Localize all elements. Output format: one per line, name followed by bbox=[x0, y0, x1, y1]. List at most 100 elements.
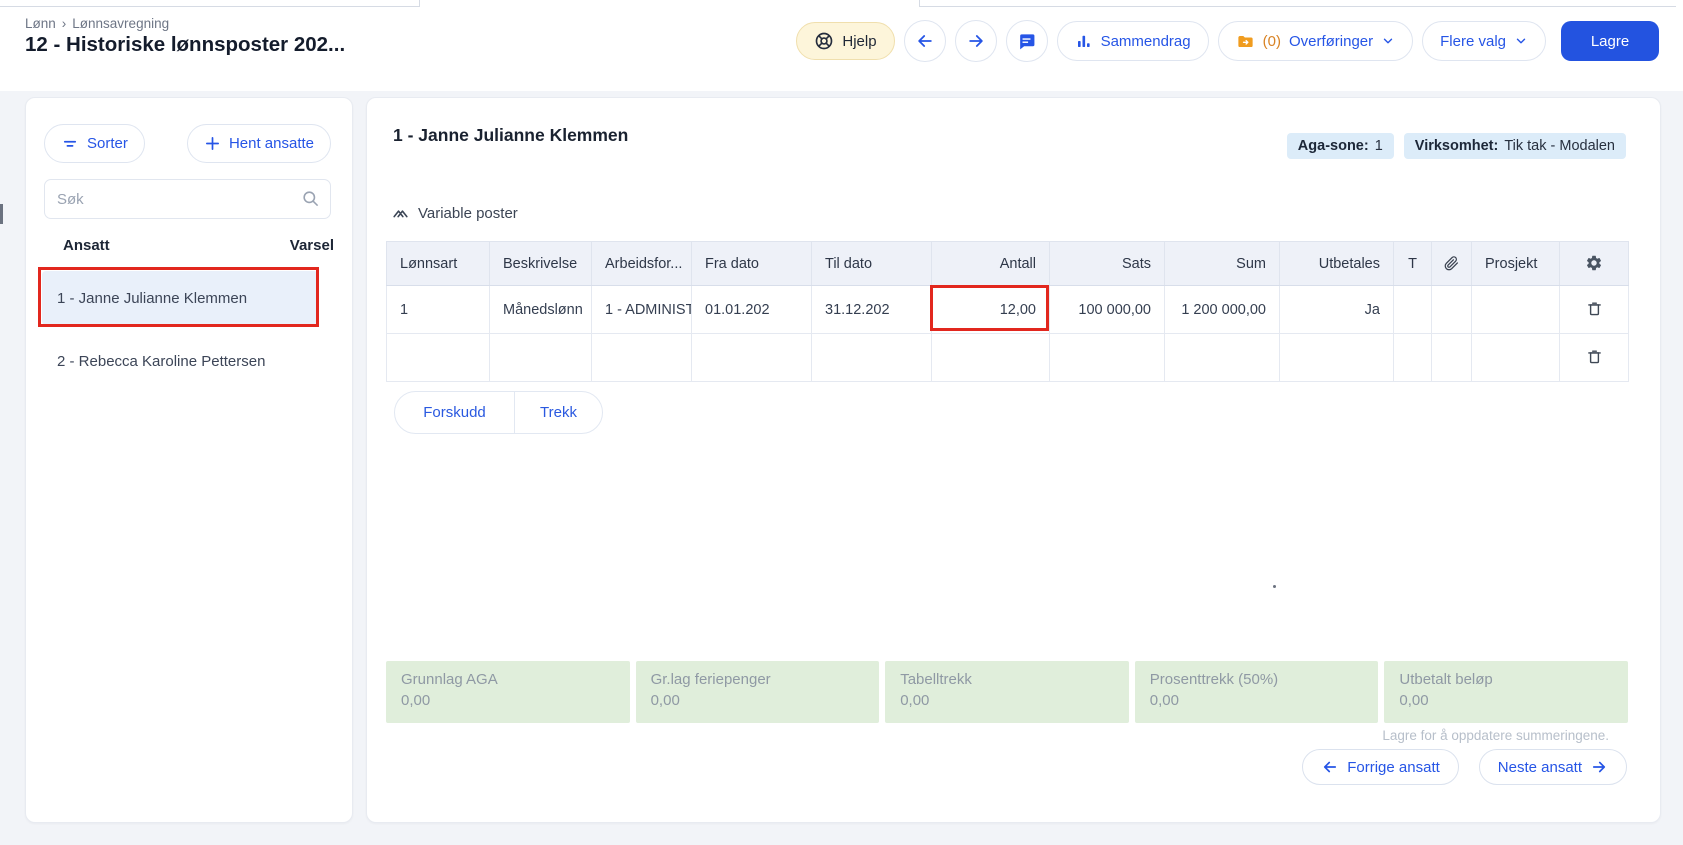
cell-beskrivelse[interactable]: Månedslønn bbox=[490, 286, 592, 334]
sort-button[interactable]: Sorter bbox=[44, 124, 145, 163]
list-header-employee: Ansatt bbox=[63, 237, 110, 254]
cell-fra-dato[interactable]: 01.01.202 bbox=[692, 286, 812, 334]
cell-antall[interactable] bbox=[932, 334, 1050, 382]
cell-til-dato[interactable] bbox=[812, 334, 932, 382]
col-header-antall: Antall bbox=[932, 242, 1050, 286]
plus-icon bbox=[204, 135, 221, 152]
summary-totals-row: Grunnlag AGA 0,00 Gr.lag feriepenger 0,0… bbox=[386, 661, 1628, 723]
summary-value: 0,00 bbox=[651, 692, 880, 709]
cell-til-dato[interactable]: 31.12.202 bbox=[812, 286, 932, 334]
next-employee-button[interactable]: Neste ansatt bbox=[1479, 749, 1627, 785]
summary-label: Sammendrag bbox=[1101, 33, 1191, 50]
tab-trekk[interactable]: Trekk bbox=[514, 392, 602, 433]
cell-fra-dato[interactable] bbox=[692, 334, 812, 382]
summary-value: 0,00 bbox=[401, 692, 630, 709]
more-options-dropdown-button[interactable]: Flere valg bbox=[1422, 21, 1546, 61]
transfers-count: (0) bbox=[1263, 33, 1281, 50]
col-header-sum: Sum bbox=[1165, 242, 1280, 286]
chat-bubble-icon bbox=[1017, 32, 1036, 51]
cell-attachment[interactable] bbox=[1432, 286, 1472, 334]
save-to-update-hint: Lagre for å oppdatere summeringene. bbox=[1382, 728, 1609, 743]
arrow-right-icon bbox=[966, 31, 986, 51]
trash-icon[interactable] bbox=[1584, 346, 1605, 367]
advance-deduction-tabs: Forskudd Trekk bbox=[394, 391, 603, 434]
employee-list-item[interactable]: 1 - Janne Julianne Klemmen bbox=[42, 271, 318, 325]
col-header-til-dato: Til dato bbox=[812, 242, 932, 286]
employee-name: 1 - Janne Julianne Klemmen bbox=[57, 290, 247, 307]
arrow-left-icon bbox=[1321, 758, 1339, 776]
cell-actions bbox=[1560, 286, 1629, 334]
chevron-down-icon bbox=[1514, 34, 1528, 48]
cell-beskrivelse[interactable] bbox=[490, 334, 592, 382]
aga-zone-value: 1 bbox=[1375, 138, 1383, 154]
cell-arbeidsforhold[interactable]: 1 - ADMINIST bbox=[592, 286, 692, 334]
cell-sum[interactable]: 1 200 000,00 bbox=[1165, 286, 1280, 334]
col-header-fra-dato: Fra dato bbox=[692, 242, 812, 286]
browser-tab-edge bbox=[919, 0, 920, 7]
employee-badges: Aga-sone: 1 Virksomhet: Tik tak - Modale… bbox=[1287, 133, 1626, 159]
help-button[interactable]: Hjelp bbox=[796, 22, 894, 60]
trash-icon[interactable] bbox=[1584, 298, 1605, 319]
company-badge: Virksomhet: Tik tak - Modalen bbox=[1404, 133, 1626, 159]
cell-utbetales[interactable] bbox=[1280, 334, 1394, 382]
screen-edge-artifact bbox=[0, 204, 3, 224]
cell-utbetales[interactable]: Ja bbox=[1280, 286, 1394, 334]
tab-forskudd[interactable]: Forskudd bbox=[395, 392, 514, 433]
fetch-employees-button[interactable]: Hent ansatte bbox=[187, 124, 331, 163]
col-header-t: T bbox=[1394, 242, 1432, 286]
summary-value: 0,00 bbox=[1399, 692, 1628, 709]
bar-chart-icon bbox=[1075, 32, 1093, 50]
cell-antall[interactable]: 12,00 bbox=[932, 286, 1050, 334]
navigate-forward-button[interactable] bbox=[955, 20, 997, 62]
cell-sats[interactable]: 100 000,00 bbox=[1050, 286, 1165, 334]
aga-zone-badge: Aga-sone: 1 bbox=[1287, 133, 1394, 159]
previous-employee-label: Forrige ansatt bbox=[1347, 759, 1440, 776]
cell-sats[interactable] bbox=[1050, 334, 1165, 382]
payroll-row-empty[interactable] bbox=[387, 334, 1629, 382]
previous-employee-button[interactable]: Forrige ansatt bbox=[1302, 749, 1459, 785]
summary-box-tabelltrekk: Tabelltrekk 0,00 bbox=[885, 661, 1129, 723]
cell-t[interactable] bbox=[1394, 334, 1432, 382]
cell-prosjekt[interactable] bbox=[1472, 334, 1560, 382]
payroll-items-table: Lønnsart Beskrivelse Arbeidsfor... Fra d… bbox=[386, 241, 1629, 382]
summary-box-prosenttrekk: Prosenttrekk (50%) 0,00 bbox=[1135, 661, 1379, 723]
list-header-alert: Varsel bbox=[290, 237, 334, 254]
search-input[interactable] bbox=[44, 179, 331, 219]
transfers-dropdown-button[interactable]: (0) Overføringer bbox=[1218, 21, 1414, 61]
navigate-back-button[interactable] bbox=[904, 20, 946, 62]
col-header-prosjekt: Prosjekt bbox=[1472, 242, 1560, 286]
cell-lonnsart[interactable] bbox=[387, 334, 490, 382]
summary-box-utbetalt-belop: Utbetalt beløp 0,00 bbox=[1384, 661, 1628, 723]
breadcrumb-item-lonn[interactable]: Lønn bbox=[25, 16, 56, 31]
save-button[interactable]: Lagre bbox=[1561, 21, 1659, 61]
folder-export-icon bbox=[1236, 32, 1255, 51]
arrow-right-icon bbox=[1590, 758, 1608, 776]
summary-value: 0,00 bbox=[900, 692, 1129, 709]
variable-posts-section-toggle[interactable]: Variable poster bbox=[391, 204, 518, 223]
arrow-left-icon bbox=[915, 31, 935, 51]
cell-arbeidsforhold[interactable] bbox=[592, 334, 692, 382]
fetch-employees-label: Hent ansatte bbox=[229, 135, 314, 152]
summary-button[interactable]: Sammendrag bbox=[1057, 21, 1209, 61]
more-options-label: Flere valg bbox=[1440, 33, 1506, 50]
transfers-label: Overføringer bbox=[1289, 33, 1373, 50]
employee-name: 2 - Rebecca Karoline Pettersen bbox=[57, 353, 265, 370]
cursor-artifact bbox=[1273, 585, 1276, 588]
payroll-row[interactable]: 1 Månedslønn 1 - ADMINIST 01.01.202 31.1… bbox=[387, 286, 1629, 334]
col-header-attachment bbox=[1432, 242, 1472, 286]
col-header-arbeidsforhold: Arbeidsfor... bbox=[592, 242, 692, 286]
browser-tab-edge bbox=[919, 6, 1676, 7]
cell-lonnsart[interactable]: 1 bbox=[387, 286, 490, 334]
employee-list-item[interactable]: 2 - Rebecca Karoline Pettersen bbox=[42, 334, 318, 388]
lifebuoy-icon bbox=[814, 31, 834, 51]
breadcrumb-item-lonnsavregning[interactable]: Lønnsavregning bbox=[72, 16, 169, 31]
cell-attachment[interactable] bbox=[1432, 334, 1472, 382]
employee-sidebar: Sorter Hent ansatte Ansatt Varsel 1 - Ja… bbox=[25, 97, 353, 823]
gear-icon[interactable] bbox=[1583, 252, 1605, 274]
comments-button[interactable] bbox=[1006, 20, 1048, 62]
cell-sum[interactable] bbox=[1165, 334, 1280, 382]
cell-t[interactable] bbox=[1394, 286, 1432, 334]
aga-zone-label: Aga-sone: bbox=[1298, 138, 1369, 154]
topbar-actions: Hjelp bbox=[796, 20, 1659, 62]
cell-prosjekt[interactable] bbox=[1472, 286, 1560, 334]
